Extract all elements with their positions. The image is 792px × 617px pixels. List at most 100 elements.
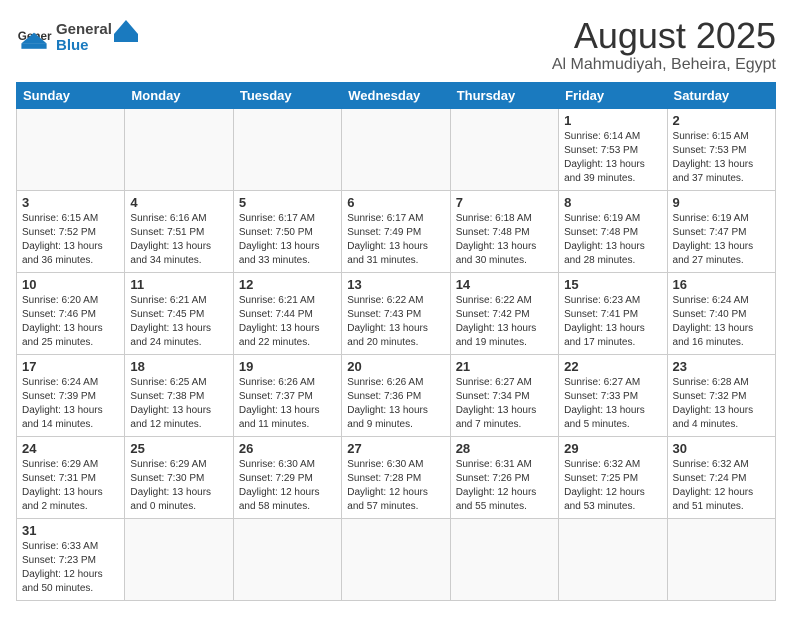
weekday-header-monday: Monday — [125, 82, 233, 108]
calendar-cell: 7 Sunrise: 6:18 AM Sunset: 7:48 PM Daylig… — [450, 190, 558, 272]
day-info: Sunrise: 6:30 AM Sunset: 7:29 PM Dayligh… — [239, 458, 336, 514]
day-info: Sunrise: 6:17 AM Sunset: 7:50 PM Dayligh… — [239, 212, 336, 268]
calendar-cell: 22 Sunrise: 6:27 AM Sunset: 7:33 PM Dayli… — [559, 354, 667, 436]
calendar-table: SundayMondayTuesdayWednesdayThursdayFrid… — [16, 82, 776, 601]
calendar-cell: 13 Sunrise: 6:22 AM Sunset: 7:43 PM Dayli… — [342, 272, 450, 354]
day-info: Sunrise: 6:22 AM Sunset: 7:43 PM Dayligh… — [347, 294, 444, 350]
calendar-cell: 15Sunrise: 6:23 AM Sunset: 7:41 PM Dayli… — [559, 272, 667, 354]
day-number: 31 — [22, 523, 119, 538]
calendar-cell: 2 Sunrise: 6:15 AM Sunset: 7:53 PM Daylig… — [667, 108, 775, 190]
day-number: 3 — [22, 195, 119, 210]
day-number: 19 — [239, 359, 336, 374]
day-number: 14 — [456, 277, 553, 292]
calendar-cell: 10 Sunrise: 6:20 AM Sunset: 7:46 PM Dayli… — [17, 272, 125, 354]
day-number: 4 — [130, 195, 227, 210]
day-info: Sunrise: 6:18 AM Sunset: 7:48 PM Dayligh… — [456, 212, 553, 268]
day-info: Sunrise: 6:27 AM Sunset: 7:34 PM Dayligh… — [456, 376, 553, 432]
calendar-cell: 1 Sunrise: 6:14 AM Sunset: 7:53 PM Daylig… — [559, 108, 667, 190]
calendar-cell: 19 Sunrise: 6:26 AM Sunset: 7:37 PM Dayli… — [233, 354, 341, 436]
day-info: Sunrise: 6:32 AM Sunset: 7:24 PM Dayligh… — [673, 458, 770, 514]
calendar-cell — [342, 518, 450, 600]
day-info: Sunrise: 6:30 AM Sunset: 7:28 PM Dayligh… — [347, 458, 444, 514]
location-title: Al Mahmudiyah, Beheira, Egypt — [552, 56, 776, 74]
day-info: Sunrise: 6:33 AM Sunset: 7:23 PM Dayligh… — [22, 540, 119, 596]
day-number: 15 — [564, 277, 661, 292]
weekday-header-row: SundayMondayTuesdayWednesdayThursdayFrid… — [17, 82, 776, 108]
calendar-cell: 30 Sunrise: 6:32 AM Sunset: 7:24 PM Dayli… — [667, 436, 775, 518]
day-number: 7 — [456, 195, 553, 210]
day-number: 26 — [239, 441, 336, 456]
logo-wordmark: General Blue — [56, 16, 146, 59]
calendar-cell — [450, 518, 558, 600]
calendar-cell — [233, 108, 341, 190]
calendar-cell — [125, 108, 233, 190]
calendar-row-2: 3 Sunrise: 6:15 AM Sunset: 7:52 PM Daylig… — [17, 190, 776, 272]
day-info: Sunrise: 6:25 AM Sunset: 7:38 PM Dayligh… — [130, 376, 227, 432]
day-number: 6 — [347, 195, 444, 210]
day-info: Sunrise: 6:22 AM Sunset: 7:42 PM Dayligh… — [456, 294, 553, 350]
day-info: Sunrise: 6:19 AM Sunset: 7:48 PM Dayligh… — [564, 212, 661, 268]
day-info: Sunrise: 6:24 AM Sunset: 7:40 PM Dayligh… — [673, 294, 770, 350]
calendar-cell: 8Sunrise: 6:19 AM Sunset: 7:48 PM Daylig… — [559, 190, 667, 272]
day-number: 21 — [456, 359, 553, 374]
calendar-cell: 26 Sunrise: 6:30 AM Sunset: 7:29 PM Dayli… — [233, 436, 341, 518]
day-info: Sunrise: 6:21 AM Sunset: 7:44 PM Dayligh… — [239, 294, 336, 350]
page-header: General General Blue August 2025 Al Mahm… — [16, 16, 776, 74]
day-info: Sunrise: 6:29 AM Sunset: 7:31 PM Dayligh… — [22, 458, 119, 514]
calendar-row-4: 17Sunrise: 6:24 AM Sunset: 7:39 PM Dayli… — [17, 354, 776, 436]
svg-text:General: General — [56, 21, 112, 38]
day-info: Sunrise: 6:15 AM Sunset: 7:53 PM Dayligh… — [673, 130, 770, 186]
day-info: Sunrise: 6:28 AM Sunset: 7:32 PM Dayligh… — [673, 376, 770, 432]
day-number: 23 — [673, 359, 770, 374]
day-number: 30 — [673, 441, 770, 456]
weekday-header-friday: Friday — [559, 82, 667, 108]
day-info: Sunrise: 6:26 AM Sunset: 7:37 PM Dayligh… — [239, 376, 336, 432]
calendar-cell: 4Sunrise: 6:16 AM Sunset: 7:51 PM Daylig… — [125, 190, 233, 272]
day-info: Sunrise: 6:32 AM Sunset: 7:25 PM Dayligh… — [564, 458, 661, 514]
day-number: 10 — [22, 277, 119, 292]
svg-text:Blue: Blue — [56, 37, 89, 54]
logo-icon: General — [16, 20, 52, 56]
calendar-cell: 28 Sunrise: 6:31 AM Sunset: 7:26 PM Dayli… — [450, 436, 558, 518]
day-number: 24 — [22, 441, 119, 456]
weekday-header-sunday: Sunday — [17, 82, 125, 108]
calendar-cell: 18 Sunrise: 6:25 AM Sunset: 7:38 PM Dayli… — [125, 354, 233, 436]
day-info: Sunrise: 6:27 AM Sunset: 7:33 PM Dayligh… — [564, 376, 661, 432]
day-number: 12 — [239, 277, 336, 292]
day-info: Sunrise: 6:24 AM Sunset: 7:39 PM Dayligh… — [22, 376, 119, 432]
day-info: Sunrise: 6:26 AM Sunset: 7:36 PM Dayligh… — [347, 376, 444, 432]
day-number: 22 — [564, 359, 661, 374]
calendar-cell — [450, 108, 558, 190]
calendar-cell — [667, 518, 775, 600]
day-number: 9 — [673, 195, 770, 210]
day-number: 13 — [347, 277, 444, 292]
month-title: August 2025 — [552, 16, 776, 56]
day-info: Sunrise: 6:15 AM Sunset: 7:52 PM Dayligh… — [22, 212, 119, 268]
day-number: 28 — [456, 441, 553, 456]
day-number: 20 — [347, 359, 444, 374]
calendar-cell: 6 Sunrise: 6:17 AM Sunset: 7:49 PM Daylig… — [342, 190, 450, 272]
day-number: 1 — [564, 113, 661, 128]
logo: General General Blue — [16, 16, 146, 59]
calendar-row-3: 10 Sunrise: 6:20 AM Sunset: 7:46 PM Dayli… — [17, 272, 776, 354]
calendar-cell: 21 Sunrise: 6:27 AM Sunset: 7:34 PM Dayli… — [450, 354, 558, 436]
day-number: 18 — [130, 359, 227, 374]
day-number: 2 — [673, 113, 770, 128]
weekday-header-saturday: Saturday — [667, 82, 775, 108]
calendar-cell: 23 Sunrise: 6:28 AM Sunset: 7:32 PM Dayli… — [667, 354, 775, 436]
calendar-row-1: 1 Sunrise: 6:14 AM Sunset: 7:53 PM Daylig… — [17, 108, 776, 190]
calendar-cell: 9Sunrise: 6:19 AM Sunset: 7:47 PM Daylig… — [667, 190, 775, 272]
day-number: 27 — [347, 441, 444, 456]
day-info: Sunrise: 6:31 AM Sunset: 7:26 PM Dayligh… — [456, 458, 553, 514]
calendar-cell: 11Sunrise: 6:21 AM Sunset: 7:45 PM Dayli… — [125, 272, 233, 354]
calendar-cell: 3 Sunrise: 6:15 AM Sunset: 7:52 PM Daylig… — [17, 190, 125, 272]
weekday-header-thursday: Thursday — [450, 82, 558, 108]
calendar-cell: 29Sunrise: 6:32 AM Sunset: 7:25 PM Dayli… — [559, 436, 667, 518]
calendar-cell — [125, 518, 233, 600]
day-info: Sunrise: 6:17 AM Sunset: 7:49 PM Dayligh… — [347, 212, 444, 268]
day-number: 5 — [239, 195, 336, 210]
day-info: Sunrise: 6:20 AM Sunset: 7:46 PM Dayligh… — [22, 294, 119, 350]
calendar-row-6: 31 Sunrise: 6:33 AM Sunset: 7:23 PM Dayli… — [17, 518, 776, 600]
calendar-row-5: 24 Sunrise: 6:29 AM Sunset: 7:31 PM Dayli… — [17, 436, 776, 518]
day-info: Sunrise: 6:14 AM Sunset: 7:53 PM Dayligh… — [564, 130, 661, 186]
